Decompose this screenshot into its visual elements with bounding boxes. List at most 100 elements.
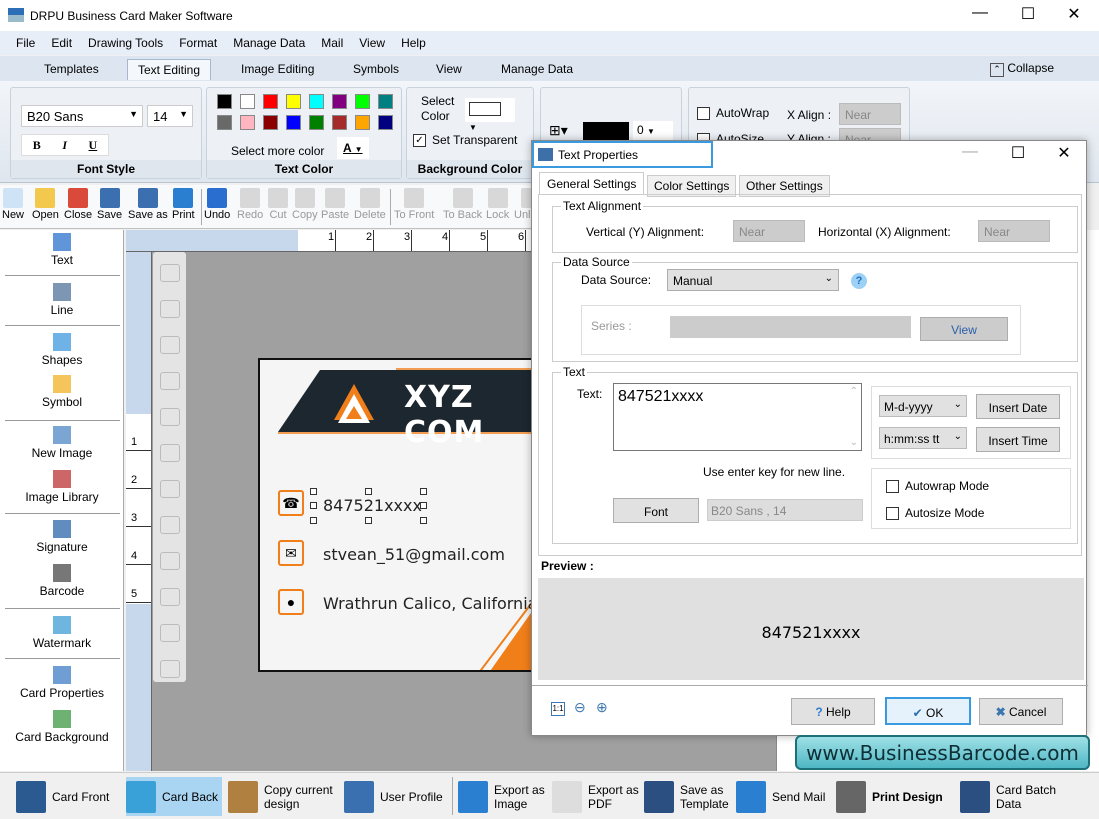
- italic-button[interactable]: I: [62, 138, 67, 153]
- dialog-close-button[interactable]: ✕: [1044, 143, 1084, 165]
- color-swatch[interactable]: [378, 94, 393, 109]
- collapse-button[interactable]: ⌃ Collapse: [990, 61, 1054, 77]
- business-card[interactable]: XYZ COM ☎ 847521xxxx ✉ stvean_51@gmail.c…: [258, 358, 538, 672]
- series-select[interactable]: [670, 316, 911, 338]
- font-size-select[interactable]: 14 ▼: [147, 105, 193, 127]
- align-middle-icon[interactable]: [160, 588, 180, 606]
- color-swatch[interactable]: [309, 115, 324, 130]
- color-swatch[interactable]: [309, 94, 324, 109]
- card-front-button[interactable]: Card Front: [16, 777, 109, 816]
- tool-text[interactable]: Text: [3, 233, 121, 267]
- company-name[interactable]: XYZ COM: [404, 380, 536, 450]
- close-button[interactable]: ✕: [1054, 4, 1094, 26]
- card-email-text[interactable]: stvean_51@gmail.com: [323, 545, 505, 564]
- copy-button[interactable]: Copy: [292, 185, 318, 221]
- save-as-button[interactable]: Save as: [128, 185, 168, 221]
- tab-symbols[interactable]: Symbols: [343, 59, 409, 80]
- color-swatch[interactable]: [217, 94, 232, 109]
- lock-button[interactable]: Lock: [486, 185, 509, 221]
- tab-manage-data[interactable]: Manage Data: [491, 59, 583, 80]
- color-swatch[interactable]: [240, 115, 255, 130]
- redo-button[interactable]: Redo: [237, 185, 263, 221]
- help-icon[interactable]: ?: [851, 273, 867, 289]
- to-front-button[interactable]: To Front: [394, 185, 434, 221]
- tool-watermark[interactable]: Watermark: [3, 616, 121, 650]
- maximize-button[interactable]: ☐: [1008, 4, 1048, 26]
- background-color-picker[interactable]: ▼: [465, 98, 515, 132]
- autosize-mode-checkbox[interactable]: Autosize Mode: [886, 506, 984, 521]
- selection-handles[interactable]: [310, 488, 427, 524]
- user-profile-button[interactable]: User Profile: [344, 777, 443, 816]
- color-swatch[interactable]: [355, 94, 370, 109]
- tab-text-editing[interactable]: Text Editing: [127, 59, 212, 80]
- menu-edit[interactable]: Edit: [51, 36, 72, 50]
- card-address-text[interactable]: Wrathrun Calico, California: [323, 594, 536, 613]
- print-button[interactable]: Print: [172, 185, 195, 221]
- color-swatch[interactable]: [263, 115, 278, 130]
- color-swatch[interactable]: [332, 115, 347, 130]
- tool-new-image[interactable]: New Image: [3, 426, 121, 460]
- menu-view[interactable]: View: [359, 36, 385, 50]
- to-back-button[interactable]: To Back: [443, 185, 482, 221]
- color-swatch[interactable]: [378, 115, 393, 130]
- ok-button[interactable]: ✔ OK: [885, 697, 971, 725]
- autowrap-mode-checkbox[interactable]: Autowrap Mode: [886, 479, 989, 494]
- menu-format[interactable]: Format: [179, 36, 217, 50]
- align-left-icon[interactable]: [160, 408, 180, 426]
- data-source-select[interactable]: Manual ⌄: [667, 269, 839, 291]
- copy-current-design-button[interactable]: Copy current design: [228, 777, 340, 816]
- new-button[interactable]: New: [2, 185, 24, 221]
- align-center-icon[interactable]: [160, 552, 180, 570]
- color-swatch[interactable]: [263, 94, 278, 109]
- zoom-in-icon[interactable]: ⊕: [596, 699, 608, 716]
- tab-templates[interactable]: Templates: [34, 59, 109, 80]
- tool-card-background[interactable]: Card Background: [3, 710, 121, 744]
- tool-symbol[interactable]: Symbol: [3, 375, 121, 409]
- align-top-icon[interactable]: [160, 480, 180, 498]
- dialog-maximize-button[interactable]: ☐: [998, 143, 1038, 165]
- autowrap-checkbox[interactable]: AutoWrap: [697, 106, 769, 121]
- save-button[interactable]: Save: [97, 185, 122, 221]
- paste-button[interactable]: Paste: [321, 185, 349, 221]
- tab-view[interactable]: View: [426, 59, 472, 80]
- border-color-picker[interactable]: [583, 122, 629, 140]
- dialog-minimize-button[interactable]: —: [950, 143, 990, 165]
- send-mail-button[interactable]: Send Mail: [736, 777, 825, 816]
- tab-image-editing[interactable]: Image Editing: [231, 59, 324, 80]
- zoom-icon[interactable]: [160, 660, 180, 678]
- cut-button[interactable]: Cut: [268, 185, 288, 221]
- print-design-button[interactable]: Print Design: [836, 777, 943, 816]
- color-swatch[interactable]: [332, 94, 347, 109]
- align-bottom-icon[interactable]: [160, 516, 180, 534]
- color-swatch[interactable]: [286, 115, 301, 130]
- menu-file[interactable]: File: [16, 36, 35, 50]
- color-swatch[interactable]: [286, 94, 301, 109]
- menu-mail[interactable]: Mail: [321, 36, 343, 50]
- menu-manage-data[interactable]: Manage Data: [233, 36, 305, 50]
- color-swatch[interactable]: [240, 94, 255, 109]
- bold-button[interactable]: B: [33, 138, 41, 153]
- font-color-picker[interactable]: A ▼: [337, 137, 369, 159]
- vertical-alignment-select[interactable]: Near: [733, 220, 805, 242]
- help-button[interactable]: ? Help: [791, 698, 875, 725]
- font-family-select[interactable]: B20 Sans ▼: [21, 105, 143, 127]
- actual-size-button[interactable]: 1:1: [551, 702, 565, 716]
- horizontal-alignment-select[interactable]: Near: [978, 220, 1050, 242]
- color-swatch[interactable]: [355, 115, 370, 130]
- border-style-icon[interactable]: ⊞▾: [549, 122, 568, 139]
- tool-card-properties[interactable]: Card Properties: [3, 666, 121, 700]
- send-back-icon[interactable]: [160, 300, 180, 318]
- bring-front-icon[interactable]: [160, 264, 180, 282]
- view-button[interactable]: View: [920, 317, 1008, 341]
- tool-image-library[interactable]: Image Library: [3, 470, 121, 504]
- open-button[interactable]: Open: [32, 185, 59, 221]
- menu-drawing-tools[interactable]: Drawing Tools: [88, 36, 163, 50]
- date-format-select[interactable]: M-d-yyyy ⌄: [879, 395, 967, 417]
- fit-icon[interactable]: [160, 624, 180, 642]
- underline-button[interactable]: U: [89, 138, 98, 153]
- delete-button[interactable]: Delete: [354, 185, 386, 221]
- undo-button[interactable]: Undo: [204, 185, 230, 221]
- set-transparent-checkbox[interactable]: ✓ Set Transparent: [413, 133, 517, 148]
- card-batch-data-button[interactable]: Card Batch Data: [960, 777, 1072, 816]
- minimize-button[interactable]: —: [960, 4, 1000, 26]
